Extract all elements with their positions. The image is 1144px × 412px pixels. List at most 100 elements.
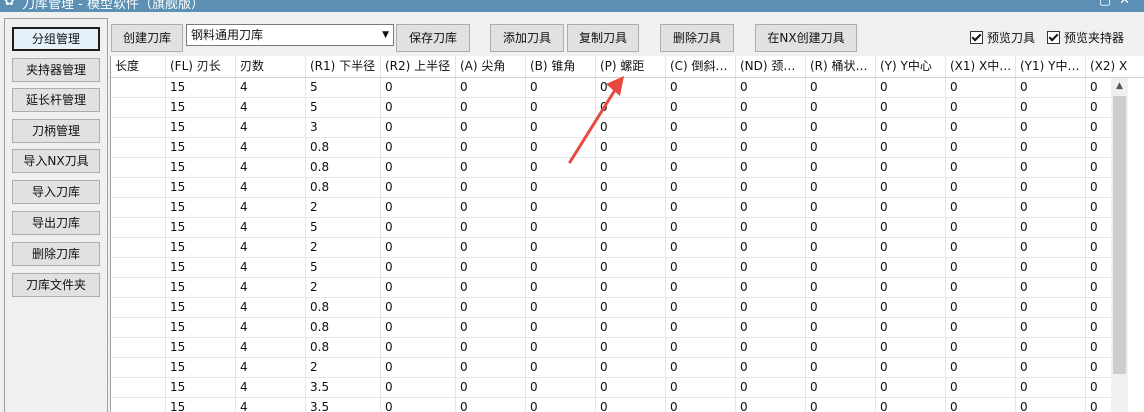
table-cell[interactable]: 0 [456,158,526,177]
table-cell[interactable]: 0 [806,218,876,237]
table-cell[interactable]: 15 [166,298,236,317]
table-cell[interactable]: 2 [306,278,381,297]
scroll-up-icon[interactable]: ▲ [1111,78,1128,95]
table-cell[interactable]: 0 [381,278,456,297]
table-cell[interactable]: 4 [236,358,306,377]
table-cell[interactable]: 0 [1016,298,1086,317]
table-cell[interactable]: 0 [456,178,526,197]
table-cell[interactable]: 0 [736,378,806,397]
table-row[interactable]: 15 4 0.8 0 0 0 0 0 0 0 0 0 0 0 [111,178,1111,198]
table-cell[interactable]: 0 [806,318,876,337]
column-header[interactable]: (B) 锥角 [526,56,596,77]
table-cell[interactable]: 15 [166,338,236,357]
table-cell[interactable]: 4 [236,278,306,297]
sidebar-item[interactable]: 导入NX刀具 [12,149,100,173]
table-cell[interactable]: 0 [666,278,736,297]
scrollbar-thumb[interactable] [1113,96,1126,374]
table-cell[interactable]: 0 [876,258,946,277]
table-cell[interactable]: 0 [526,158,596,177]
table-cell[interactable]: 3.5 [306,378,381,397]
table-row[interactable]: 15 4 5 0 0 0 0 0 0 0 0 0 0 0 [111,98,1111,118]
table-cell[interactable]: 15 [166,278,236,297]
table-cell[interactable]: 0 [876,378,946,397]
table-cell[interactable]: 15 [166,158,236,177]
vertical-scrollbar[interactable]: ▲ [1111,78,1128,412]
table-cell[interactable] [111,278,166,297]
table-cell[interactable]: 0 [946,198,1016,217]
table-cell[interactable] [111,78,166,97]
table-cell[interactable]: 0 [596,358,666,377]
table-cell[interactable]: 0 [381,238,456,257]
table-cell[interactable]: 0 [1016,98,1086,117]
table-cell[interactable]: 0 [946,378,1016,397]
table-cell[interactable]: 0 [876,138,946,157]
table-cell[interactable]: 0 [876,218,946,237]
table-cell[interactable]: 2 [306,198,381,217]
preview-tool-checkbox[interactable]: 预览刀具 [970,30,1035,46]
table-cell[interactable]: 0 [596,78,666,97]
table-cell[interactable] [111,218,166,237]
table-cell[interactable]: 0.8 [306,178,381,197]
table-cell[interactable] [111,318,166,337]
table-cell[interactable]: 0 [666,118,736,137]
table-cell[interactable]: 0.8 [306,318,381,337]
table-cell[interactable]: 0 [806,158,876,177]
table-cell[interactable]: 0 [806,138,876,157]
table-cell[interactable]: 15 [166,258,236,277]
table-cell[interactable] [111,238,166,257]
table-cell[interactable]: 15 [166,118,236,137]
table-cell[interactable]: 0 [1016,378,1086,397]
column-header[interactable]: (FL) 刃长 [166,56,236,77]
table-cell[interactable]: 0 [596,98,666,117]
table-row[interactable]: 15 4 0.8 0 0 0 0 0 0 0 0 0 0 0 [111,298,1111,318]
table-cell[interactable]: 0 [596,138,666,157]
table-cell[interactable]: 0 [1016,238,1086,257]
table-cell[interactable]: 4 [236,158,306,177]
table-cell[interactable]: 0 [1016,278,1086,297]
table-cell[interactable]: 0 [876,318,946,337]
table-cell[interactable]: 0 [736,278,806,297]
checkbox-checked-icon[interactable] [970,31,983,44]
table-cell[interactable]: 3.5 [306,398,381,412]
table-cell[interactable]: 5 [306,258,381,277]
table-cell[interactable]: 15 [166,198,236,217]
table-cell[interactable]: 0 [736,318,806,337]
table-cell[interactable]: 0 [876,158,946,177]
table-row[interactable]: 15 4 2 0 0 0 0 0 0 0 0 0 0 0 [111,198,1111,218]
table-cell[interactable]: 4 [236,318,306,337]
table-cell[interactable]: 0 [596,278,666,297]
library-select[interactable]: 钢料通用刀库 ▼ [186,24,394,46]
table-cell[interactable] [111,338,166,357]
table-cell[interactable]: 0 [1016,398,1086,412]
table-cell[interactable]: 0 [596,258,666,277]
table-cell[interactable]: 0 [736,218,806,237]
table-cell[interactable]: 0 [456,138,526,157]
table-cell[interactable]: 0 [946,138,1016,157]
table-cell[interactable] [111,138,166,157]
table-cell[interactable]: 0 [1016,78,1086,97]
column-header[interactable]: (R2) 上半径 [381,56,456,77]
table-cell[interactable]: 0 [946,218,1016,237]
table-cell[interactable]: 0 [596,318,666,337]
table-cell[interactable]: 0 [666,238,736,257]
table-cell[interactable]: 0 [381,218,456,237]
table-cell[interactable]: 0 [666,178,736,197]
table-cell[interactable]: 0 [806,198,876,217]
table-cell[interactable]: 4 [236,178,306,197]
table-cell[interactable]: 0 [1016,318,1086,337]
table-cell[interactable]: 0 [806,118,876,137]
table-cell[interactable]: 0 [946,298,1016,317]
table-row[interactable]: 15 4 0.8 0 0 0 0 0 0 0 0 0 0 0 [111,158,1111,178]
table-cell[interactable]: 0 [381,78,456,97]
column-header[interactable]: (ND) 颈… [736,56,806,77]
table-cell[interactable]: 0 [876,238,946,257]
table-cell[interactable]: 0 [666,338,736,357]
table-cell[interactable]: 0 [666,298,736,317]
table-cell[interactable]: 2 [306,238,381,257]
table-cell[interactable]: 0 [946,338,1016,357]
chevron-down-icon[interactable]: ▼ [382,25,389,45]
table-row[interactable]: 15 4 0.8 0 0 0 0 0 0 0 0 0 0 0 [111,338,1111,358]
table-cell[interactable]: 4 [236,98,306,117]
sidebar-item[interactable]: 分组管理 [12,27,100,51]
table-cell[interactable]: 0 [806,338,876,357]
